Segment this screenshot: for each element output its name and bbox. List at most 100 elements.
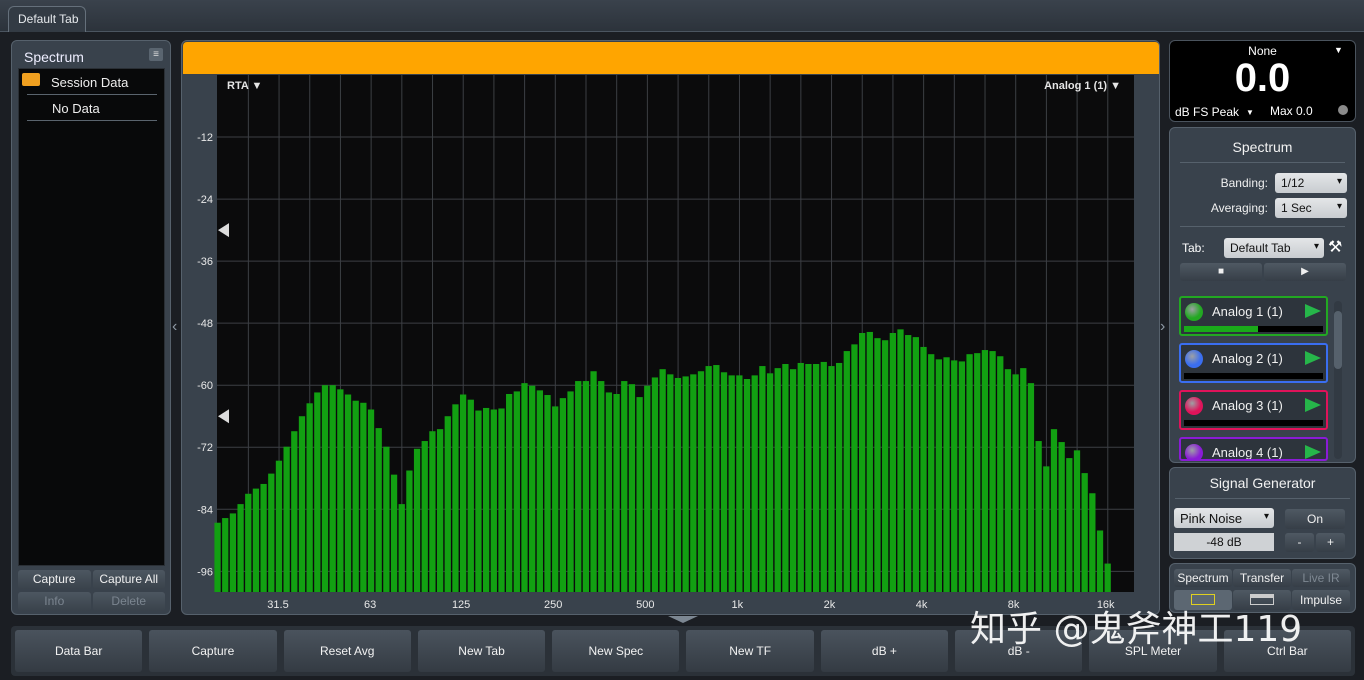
collapse-left-icon[interactable]: ‹ xyxy=(172,312,180,342)
capture-button[interactable]: Capture xyxy=(18,570,91,589)
tools-icon[interactable]: ⚒ xyxy=(1328,237,1342,257)
folder-icon xyxy=(22,73,40,86)
panel-title: Spectrum xyxy=(24,49,84,65)
spectrum-bar xyxy=(421,441,428,592)
chevron-down-icon[interactable]: ▼ xyxy=(1334,45,1343,55)
spectrum-bar xyxy=(237,504,244,592)
spectrum-bar xyxy=(774,368,781,592)
menu-icon[interactable]: ≡ xyxy=(149,48,163,61)
toolbar-button-new-tf[interactable]: New TF xyxy=(686,630,814,672)
toolbar-button-new-spec[interactable]: New Spec xyxy=(552,630,680,672)
level-up-button[interactable]: + xyxy=(1316,533,1345,552)
mode-live-ir-button[interactable]: Live IR xyxy=(1292,569,1350,587)
collapse-right-icon[interactable]: › xyxy=(1160,312,1168,342)
toolbar-button-data-bar[interactable]: Data Bar xyxy=(15,630,143,672)
spectrum-bar xyxy=(697,371,705,592)
generator-level[interactable]: -48 dB xyxy=(1174,533,1274,551)
spectrum-bar xyxy=(436,429,444,592)
spectrum-bar xyxy=(444,416,451,592)
signal-generator-title: Signal Generator xyxy=(1209,475,1316,491)
channel-color-icon[interactable] xyxy=(1185,444,1203,459)
y-tick-label: -84 xyxy=(197,504,213,516)
toolbar-button-capture[interactable]: Capture xyxy=(149,630,277,672)
spectrum-bar xyxy=(598,381,605,592)
spectrum-bar xyxy=(851,344,858,592)
info-button[interactable]: Info xyxy=(18,592,91,611)
tab-select[interactable]: Default Tab xyxy=(1224,238,1324,258)
spectrum-bar xyxy=(743,378,751,592)
play-icon[interactable] xyxy=(1305,351,1321,365)
spectrum-bar xyxy=(1089,493,1096,592)
spectrum-bar xyxy=(866,331,873,592)
channel-color-icon[interactable] xyxy=(1185,303,1203,321)
play-icon[interactable] xyxy=(1305,398,1321,412)
spectrum-bar xyxy=(835,362,843,592)
source-dropdown[interactable]: Analog 1 (1) ▼ xyxy=(1044,80,1121,92)
clip-indicator-icon[interactable] xyxy=(1338,105,1348,115)
signal-type-select[interactable]: Pink Noise xyxy=(1174,508,1274,528)
capture-row: Capture Capture All xyxy=(18,570,165,589)
spectrum-bar xyxy=(605,392,613,592)
channel-level-meter xyxy=(1184,326,1323,332)
channel-color-icon[interactable] xyxy=(1185,397,1203,415)
x-tick-label: 125 xyxy=(452,599,470,611)
list-item-no-data[interactable]: No Data xyxy=(27,95,157,121)
mode-transfer-button[interactable]: Transfer xyxy=(1233,569,1291,587)
channel-analog-1[interactable]: Analog 1 (1) xyxy=(1179,296,1328,336)
spectrum-bar xyxy=(1004,369,1012,592)
channel-scrollbar[interactable] xyxy=(1334,301,1342,459)
play-button[interactable]: ▶ xyxy=(1264,263,1346,281)
spectrum-bar xyxy=(636,397,643,592)
spectrum-bar xyxy=(459,394,467,592)
spectrum-bar xyxy=(805,364,812,592)
spectrum-bar xyxy=(552,406,559,592)
spectrum-bar xyxy=(567,391,574,592)
level-down-button[interactable]: - xyxy=(1285,533,1314,552)
tab-default[interactable]: Default Tab xyxy=(8,6,86,32)
rta-mode-dropdown[interactable]: RTA ▼ xyxy=(227,80,262,92)
channel-analog-4[interactable]: Analog 4 (1) xyxy=(1179,437,1328,461)
data-list: Session Data No Data xyxy=(18,68,165,566)
chevron-down-icon[interactable]: ▼ xyxy=(1246,108,1254,117)
generator-on-button[interactable]: On xyxy=(1285,509,1345,529)
channel-analog-2[interactable]: Analog 2 (1) xyxy=(1179,343,1328,383)
spectrum-bar xyxy=(628,384,636,592)
x-tick-label: 4k xyxy=(916,599,928,611)
banding-select[interactable]: 1/12 xyxy=(1275,173,1347,193)
x-tick-label: 2k xyxy=(824,599,836,611)
delete-button[interactable]: Delete xyxy=(92,592,165,611)
play-icon[interactable] xyxy=(1305,304,1321,318)
y-tick-label: -60 xyxy=(197,380,213,392)
spectrum-bar xyxy=(1066,458,1073,592)
signal-generator-panel: Signal Generator Pink Noise On -48 dB - … xyxy=(1169,467,1356,559)
x-tick-label: 31.5 xyxy=(267,599,288,611)
averaging-select[interactable]: 1 Sec xyxy=(1275,198,1347,218)
spectrum-bar xyxy=(905,335,912,592)
mode-spectrum-button[interactable]: Spectrum xyxy=(1174,569,1232,587)
spectrum-bar xyxy=(214,522,221,592)
spectrum-bar xyxy=(536,390,543,592)
spectrum-bar xyxy=(651,377,659,592)
y-tick-label: -96 xyxy=(197,566,213,578)
toolbar-button-new-tab[interactable]: New Tab xyxy=(417,630,546,672)
spectrum-bar xyxy=(275,460,283,592)
spectrum-bar xyxy=(674,377,682,592)
toolbar-button-reset-avg[interactable]: Reset Avg xyxy=(283,630,411,672)
channel-analog-3[interactable]: Analog 3 (1) xyxy=(1179,390,1328,430)
spectrum-bar xyxy=(820,361,827,592)
spectrum-bar xyxy=(1012,374,1019,592)
play-icon[interactable] xyxy=(1305,445,1321,459)
spectrum-bar xyxy=(337,389,344,592)
spectrum-bar xyxy=(966,354,973,592)
stop-button[interactable]: ■ xyxy=(1180,263,1262,281)
spectrum-bar xyxy=(559,398,567,592)
channel-color-icon[interactable] xyxy=(1185,350,1203,368)
spectrum-bar xyxy=(360,402,367,592)
spectrum-bar xyxy=(997,356,1004,592)
list-item-session-data[interactable]: Session Data xyxy=(22,69,157,95)
capture-all-button[interactable]: Capture All xyxy=(92,570,165,589)
toolbar-button-db-[interactable]: dB + xyxy=(820,630,949,672)
y-tick-label: -12 xyxy=(197,132,213,144)
meter-unit-dropdown[interactable]: dB FS Peak xyxy=(1175,105,1239,119)
collapse-bottom-icon[interactable] xyxy=(668,616,698,623)
